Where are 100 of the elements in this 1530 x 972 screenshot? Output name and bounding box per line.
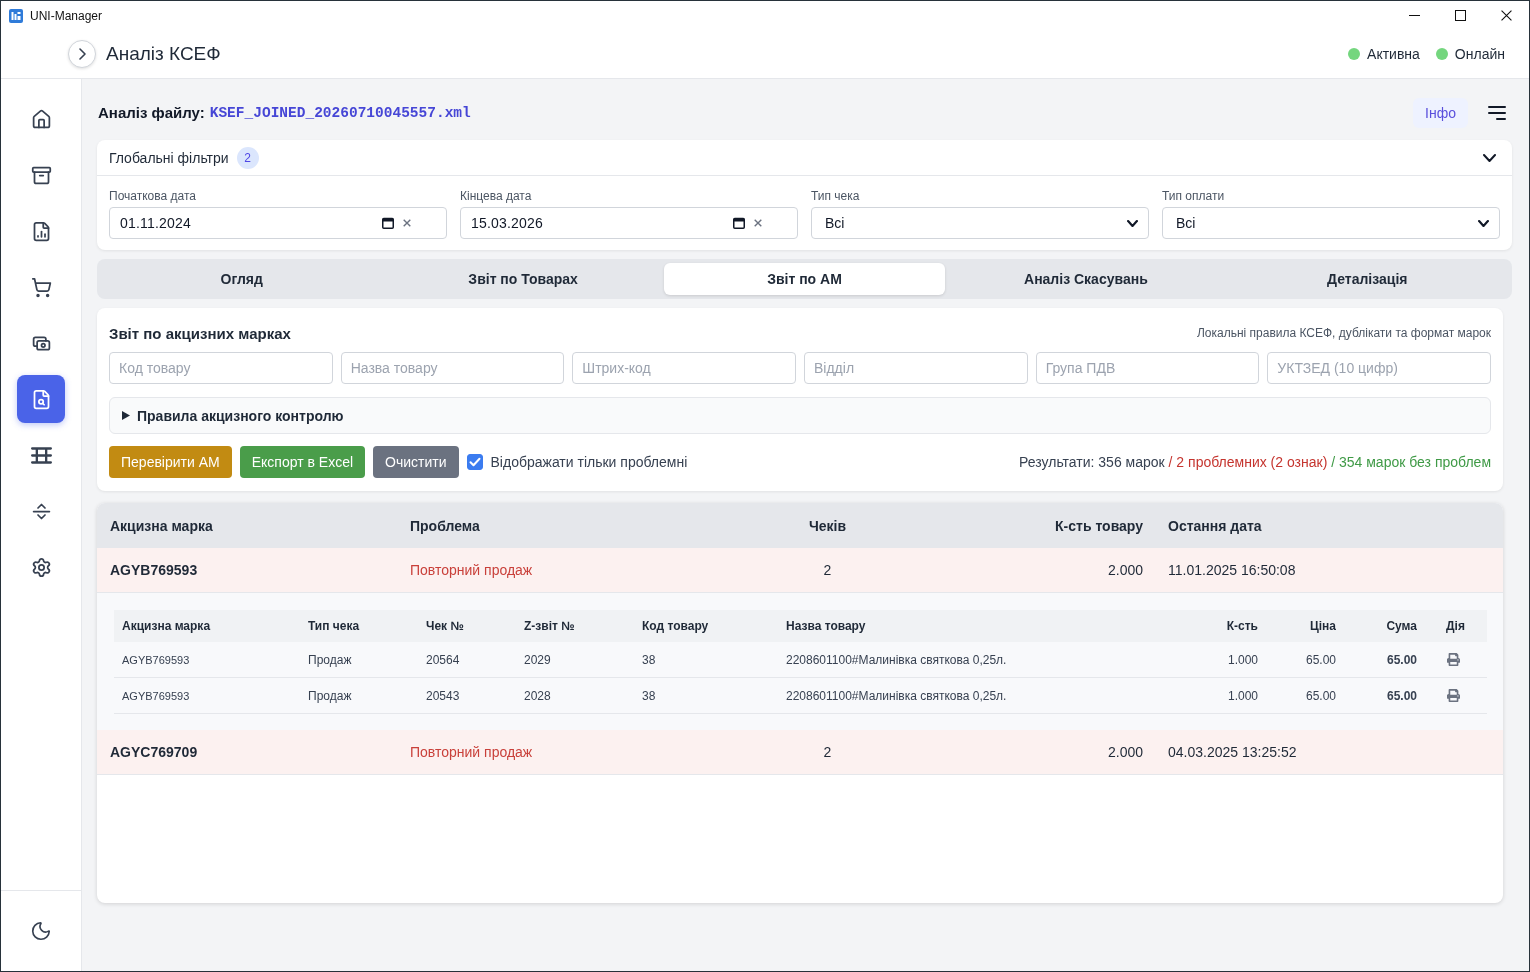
field-label: Початкова дата xyxy=(109,189,197,203)
tab[interactable]: Огляд xyxy=(101,263,383,295)
table-cell-text: 65.00 xyxy=(1385,688,1418,703)
column-header: Ціна xyxy=(1308,619,1337,633)
clear-button[interactable]: Очистити xyxy=(373,446,459,478)
calendar-icon[interactable] xyxy=(382,217,394,229)
table-cell-text: AGYC769709 xyxy=(109,744,199,760)
count-badge: 2 xyxy=(236,146,259,169)
table-cell-text: AGYB769593 xyxy=(121,653,191,666)
text-input[interactable]: УКТЗЕД (10 цифр) xyxy=(1267,352,1491,384)
panel-title: Глобальні фільтри xyxy=(109,149,229,166)
table-cell-text: 20543 xyxy=(425,688,461,703)
table-cell-text: 1.000 xyxy=(1226,688,1259,703)
column-header: Проблема xyxy=(409,517,481,534)
column-header: Сума xyxy=(1385,619,1418,633)
table-cell-text: 65.00 xyxy=(1304,652,1337,667)
table-cell-text: 2208601100#Малинівка святкова 0,25л. xyxy=(785,652,1008,667)
select-field[interactable]: Всі xyxy=(1162,207,1500,239)
chevron-down-icon[interactable] xyxy=(1483,153,1496,162)
close-icon[interactable] xyxy=(403,219,411,227)
table-cell-text: 2.000 xyxy=(1106,562,1144,578)
status-label: Онлайн xyxy=(1454,46,1505,62)
text-input[interactable]: Назва товару xyxy=(340,352,565,384)
field-label: Тип чека xyxy=(811,189,861,203)
rules-disclosure[interactable]: Правила акцизного контролю xyxy=(109,397,1491,434)
print-button[interactable] xyxy=(1444,686,1463,705)
column-header: Акцизна марка xyxy=(121,619,212,633)
column-header: Тип чека xyxy=(307,619,361,633)
sidebar-toggle-button[interactable] xyxy=(68,40,96,68)
tab[interactable]: Аналіз Скасувань xyxy=(945,263,1227,295)
home-icon xyxy=(30,108,52,130)
text-input[interactable]: Код товару xyxy=(109,352,333,384)
table-cell-text: 04.03.2025 13:25:52 xyxy=(1167,744,1298,760)
table-cell-text: Продаж xyxy=(307,652,353,667)
field-label: Кінцева дата xyxy=(460,189,533,203)
moon-icon xyxy=(30,920,52,942)
table-cell-text: 2.000 xyxy=(1106,744,1144,760)
select-field[interactable]: Всі xyxy=(811,207,1149,239)
column-header: К-сть xyxy=(1225,619,1259,633)
text-input[interactable]: Група ПДВ xyxy=(1035,352,1260,384)
table-cell-text: 1.000 xyxy=(1226,652,1259,667)
table-cell-text: 2028 xyxy=(523,688,552,703)
table-cell-text: 65.00 xyxy=(1304,688,1337,703)
table-row[interactable]: AGYB769593 Повторний продаж 2 2.000 11.01.2025 16:50:08 xyxy=(97,548,1503,593)
column-header: К-сть товару xyxy=(1054,517,1144,534)
table-cell-text: 65.00 xyxy=(1385,652,1418,667)
table-cell-text: Повторний продаж xyxy=(409,562,534,578)
text-input[interactable]: Відділ xyxy=(804,352,1028,384)
field-label: Тип оплати xyxy=(1162,189,1226,203)
date-input[interactable]: 15.03.2026 xyxy=(460,207,798,239)
table-cell-text: AGYB769593 xyxy=(121,689,191,702)
table-row[interactable]: AGYC769709 Повторний продаж 2 2.000 04.03.2025 13:25:52 xyxy=(97,730,1503,775)
minimize-icon xyxy=(1408,15,1420,16)
results-summary: Результати: 356 марок / 2 проблемних (2 ознак) / 354 марок без проблем xyxy=(1019,454,1491,470)
archive-icon xyxy=(30,164,52,186)
column-header: Z-звіт № xyxy=(523,619,576,633)
column-header: Остання дата xyxy=(1167,517,1263,534)
column-header: Чеків xyxy=(807,517,848,534)
chevron-down-icon xyxy=(1127,219,1138,227)
calendar-icon[interactable] xyxy=(733,217,745,229)
checkbox-label[interactable]: Відображати тільки проблемні xyxy=(490,454,688,470)
table-cell-text: Повторний продаж xyxy=(409,744,534,760)
text-input[interactable]: Штрих-код xyxy=(572,352,796,384)
table-cell-text: 38 xyxy=(641,688,657,703)
info-button[interactable]: Інфо xyxy=(1413,97,1468,128)
printer-icon xyxy=(1447,653,1460,666)
close-icon[interactable] xyxy=(754,219,762,227)
sidebar-item[interactable] xyxy=(17,375,65,423)
caret-icon[interactable] xyxy=(122,411,130,420)
status-label: Активна xyxy=(1367,46,1420,62)
table-cell-text: 38 xyxy=(641,652,657,667)
disclosure-label[interactable]: Правила акцизного контролю xyxy=(137,407,344,424)
page-title: Аналіз КСЕФ xyxy=(106,43,221,65)
table-cell-text: 2 xyxy=(822,744,833,760)
chevron-down-icon xyxy=(1478,219,1489,227)
column-header: Дія xyxy=(1445,619,1466,633)
close-icon xyxy=(1500,10,1512,21)
report-subtitle: Локальні правила КСЕФ, дублікати та формат марок xyxy=(1196,326,1491,340)
table-cell-text: AGYB769593 xyxy=(109,562,199,578)
app-logo-icon xyxy=(9,8,23,23)
table-cell-text: Продаж xyxy=(307,688,353,703)
table-cell-text: 2208601100#Малинівка святкова 0,25л. xyxy=(785,688,1008,703)
table-cell-text: 11.01.2025 16:50:08 xyxy=(1167,562,1297,578)
file-label: Аналіз файлу: xyxy=(98,104,205,121)
print-button[interactable] xyxy=(1444,650,1463,669)
checkbox[interactable] xyxy=(466,454,483,470)
chevron-right-icon xyxy=(79,48,86,60)
tab[interactable]: Звіт по АМ xyxy=(663,263,946,295)
file-name: KSEF_JOINED_20260710045557.xml xyxy=(209,104,471,121)
cart-icon xyxy=(30,276,52,298)
column-header: Назва товару xyxy=(785,619,867,633)
tab[interactable]: Деталізація xyxy=(1226,263,1508,295)
date-input[interactable]: 01.11.2024 xyxy=(109,207,447,239)
maximize-icon xyxy=(1454,10,1466,21)
report-title: Звіт по акцизних марках xyxy=(109,324,291,342)
menu-icon xyxy=(1488,105,1506,120)
rows-icon xyxy=(30,444,52,466)
column-header: Акцизна марка xyxy=(109,517,214,534)
tab[interactable]: Звіт по Товарах xyxy=(382,263,664,295)
printer-icon xyxy=(1447,689,1460,702)
